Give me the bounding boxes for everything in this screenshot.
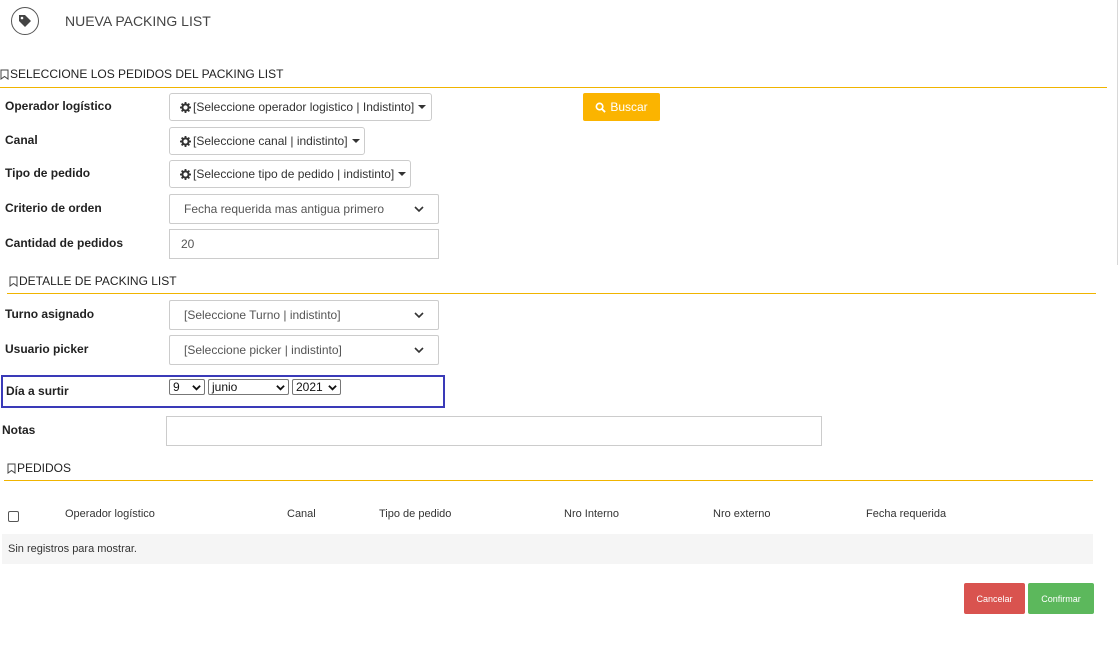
- bookmark-icon: [9, 276, 18, 287]
- tipo-value: [Seleccione tipo de pedido | indistinto]: [193, 167, 395, 181]
- chevron-down-icon: [276, 384, 285, 391]
- tipo-dropdown[interactable]: [Seleccione tipo de pedido | indistinto]: [169, 160, 411, 188]
- bookmark-icon: [0, 69, 9, 80]
- caret-down-icon: [351, 139, 360, 143]
- day-select[interactable]: 9: [169, 379, 205, 395]
- bookmark-icon: [7, 463, 16, 474]
- chevron-down-icon: [192, 384, 201, 391]
- buscar-label: Buscar: [610, 100, 648, 114]
- column-header[interactable]: Nro externo: [713, 508, 770, 520]
- picker-value: [Seleccione picker | indistinto]: [184, 343, 342, 357]
- criterio-select[interactable]: Fecha requerida mas antigua primero: [169, 194, 439, 224]
- confirm-button[interactable]: Confirmar: [1028, 583, 1094, 614]
- operador-dropdown[interactable]: [Seleccione operador logistico | Indisti…: [169, 93, 432, 121]
- operador-label: Operador logístico: [5, 99, 112, 113]
- notas-label: Notas: [2, 423, 36, 437]
- month-select[interactable]: junio: [208, 379, 289, 395]
- gear-icon: [180, 101, 191, 113]
- gear-icon: [180, 168, 191, 180]
- cantidad-input[interactable]: 20: [169, 229, 439, 259]
- chevron-down-icon: [414, 206, 424, 213]
- chevron-down-icon: [328, 384, 337, 391]
- section-divider: [0, 87, 1107, 88]
- column-header[interactable]: Fecha requerida: [866, 508, 946, 520]
- column-header[interactable]: Canal: [287, 508, 316, 520]
- page-right-border: [1117, 0, 1118, 265]
- caret-down-icon: [418, 105, 427, 109]
- search-icon: [595, 102, 607, 113]
- section-divider: [7, 293, 1096, 294]
- section-title-text: DETALLE DE PACKING LIST: [19, 274, 177, 288]
- section-title-text: PEDIDOS: [17, 461, 72, 475]
- month-value: junio: [212, 380, 238, 394]
- cancel-button[interactable]: Cancelar: [964, 583, 1025, 614]
- section-title-seleccione-pedidos: SELECCIONE LOS PEDIDOS DEL PACKING LIST: [0, 67, 283, 81]
- turno-value: [Seleccione Turno | indistinto]: [184, 308, 341, 322]
- chevron-down-icon: [414, 347, 424, 354]
- cantidad-label: Cantidad de pedidos: [5, 236, 124, 250]
- empty-table-message: Sin registros para mostrar.: [2, 534, 1093, 564]
- gear-icon: [180, 135, 191, 147]
- notas-input[interactable]: [166, 416, 822, 446]
- dia-label: Día a surtir: [6, 384, 69, 398]
- caret-down-icon: [398, 172, 407, 176]
- section-divider: [4, 480, 1093, 481]
- buscar-button[interactable]: Buscar: [583, 93, 660, 121]
- column-header[interactable]: Operador logístico: [65, 508, 155, 520]
- picker-select[interactable]: [Seleccione picker | indistinto]: [169, 335, 439, 365]
- picker-label: Usuario picker: [5, 342, 89, 356]
- canal-dropdown[interactable]: [Seleccione canal | indistinto]: [169, 127, 365, 155]
- cantidad-value: 20: [181, 237, 195, 251]
- canal-value: [Seleccione canal | indistinto]: [193, 134, 348, 148]
- tag-icon: [11, 7, 39, 35]
- column-header[interactable]: Nro Interno: [564, 508, 619, 520]
- section-title-text: SELECCIONE LOS PEDIDOS DEL PACKING LIST: [10, 67, 284, 81]
- canal-label: Canal: [5, 133, 38, 147]
- section-title-detalle: DETALLE DE PACKING LIST: [9, 274, 177, 288]
- chevron-down-icon: [414, 312, 424, 319]
- turno-select[interactable]: [Seleccione Turno | indistinto]: [169, 300, 439, 330]
- section-title-pedidos: PEDIDOS: [7, 461, 71, 475]
- page-title: NUEVA PACKING LIST: [65, 13, 211, 29]
- criterio-label: Criterio de orden: [5, 201, 102, 215]
- column-header[interactable]: Tipo de pedido: [379, 508, 451, 520]
- day-value: 9: [173, 380, 180, 394]
- turno-label: Turno asignado: [5, 307, 95, 321]
- year-value: 2021: [296, 380, 323, 394]
- select-all-checkbox[interactable]: [8, 511, 19, 522]
- operador-value: [Seleccione operador logistico | Indisti…: [193, 100, 415, 114]
- tipo-label: Tipo de pedido: [5, 166, 91, 180]
- year-select[interactable]: 2021: [292, 379, 341, 395]
- criterio-value: Fecha requerida mas antigua primero: [184, 202, 385, 216]
